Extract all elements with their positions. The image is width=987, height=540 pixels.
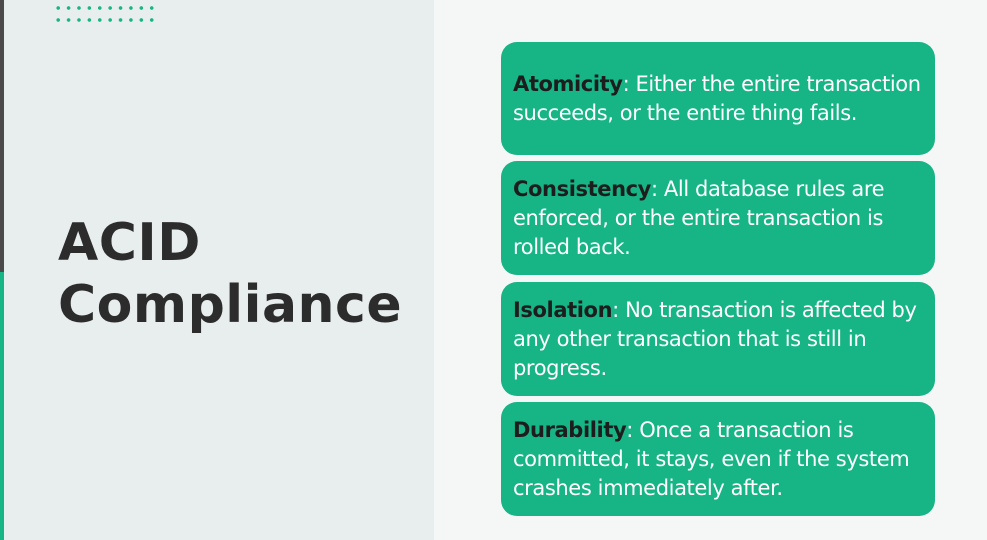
- card-term: Durability: [513, 417, 627, 442]
- card-text: Atomicity: Either the entire transaction…: [513, 70, 923, 128]
- card-term: Consistency: [513, 176, 651, 201]
- slide-title: ACID Compliance: [58, 212, 402, 336]
- dot-pattern-decoration: [53, 2, 157, 26]
- card-text: Isolation: No transaction is affected by…: [513, 296, 923, 383]
- left-panel: ACID Compliance: [0, 0, 434, 540]
- slide-title-line-2: Compliance: [58, 275, 403, 335]
- edge-bar-accent: [0, 272, 4, 540]
- edge-bar-dark: [0, 0, 4, 272]
- card-isolation: Isolation: No transaction is affected by…: [501, 282, 935, 396]
- card-durability: Durability: Once a transaction is commit…: [501, 402, 935, 516]
- card-text: Durability: Once a transaction is commit…: [513, 416, 923, 503]
- slide-title-line-1: ACID: [58, 213, 201, 273]
- card-text: Consistency: All database rules are enfo…: [513, 175, 923, 262]
- card-term: Atomicity: [513, 71, 623, 96]
- card-term: Isolation: [513, 297, 613, 322]
- card-consistency: Consistency: All database rules are enfo…: [501, 161, 935, 275]
- card-atomicity: Atomicity: Either the entire transaction…: [501, 42, 935, 155]
